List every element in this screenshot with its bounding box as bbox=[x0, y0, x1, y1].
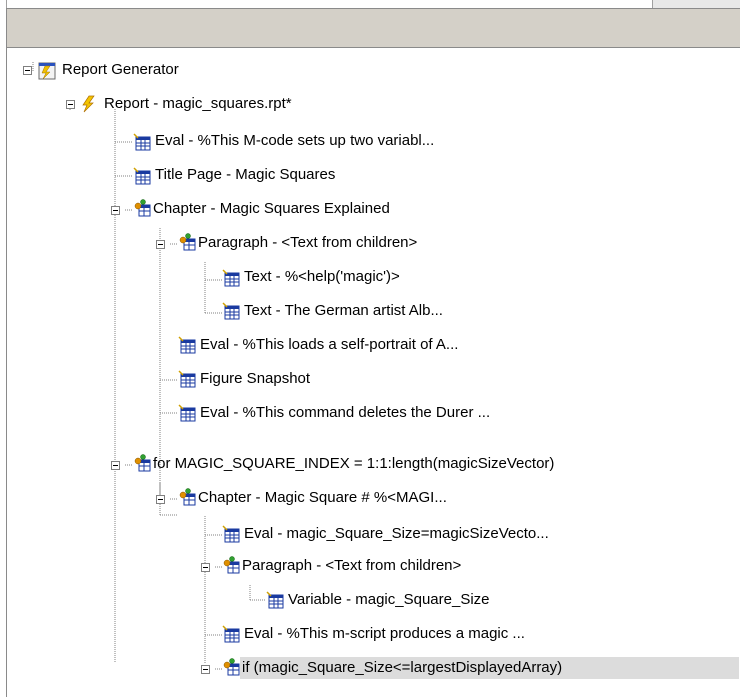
tree-node-chapter-2[interactable]: Chapter - Magic Square # %<MAGI... bbox=[198, 487, 447, 509]
top-strip bbox=[0, 0, 740, 8]
expand-toggle-chapter-1[interactable] bbox=[111, 206, 120, 215]
tree-node-paragraph-1[interactable]: Paragraph - <Text from children> bbox=[198, 232, 417, 254]
tree-node-text-german[interactable]: Text - The German artist Alb... bbox=[244, 300, 443, 322]
tree-node-title-page[interactable]: Title Page - Magic Squares bbox=[155, 164, 335, 186]
tree-node-figure-snapshot[interactable]: Figure Snapshot bbox=[200, 368, 310, 390]
expand-toggle-paragraph-2[interactable] bbox=[201, 563, 210, 572]
tree-node-for-loop[interactable]: for MAGIC_SQUARE_INDEX = 1:1:length(magi… bbox=[153, 453, 554, 475]
tree-node-chapter-1[interactable]: Chapter - Magic Squares Explained bbox=[153, 198, 390, 220]
tree-node-eval-3[interactable]: Eval - %This command deletes the Durer .… bbox=[200, 402, 490, 424]
report-lightning-icon bbox=[82, 95, 95, 113]
table-component-icon bbox=[178, 370, 196, 388]
tree-node-eval-4[interactable]: Eval - magic_Square_Size=magicSizeVecto.… bbox=[244, 523, 549, 545]
table-component-icon bbox=[178, 404, 196, 422]
tree-node-if[interactable]: if (magic_Square_Size<=largestDisplayedA… bbox=[242, 657, 562, 679]
tree-node-eval-1[interactable]: Eval - %This M-code sets up two variabl.… bbox=[155, 130, 434, 152]
top-strip-right bbox=[652, 0, 740, 8]
chapter-component-icon bbox=[134, 199, 151, 217]
tree-node-eval-2[interactable]: Eval - %This loads a self-portrait of A.… bbox=[200, 334, 458, 356]
tree-node-variable[interactable]: Variable - magic_Square_Size bbox=[288, 589, 490, 611]
table-component-icon bbox=[133, 167, 151, 185]
top-strip-left bbox=[0, 0, 7, 8]
table-component-icon bbox=[266, 591, 284, 609]
if-component-icon bbox=[223, 658, 240, 676]
paragraph-component-icon bbox=[223, 556, 240, 574]
tree-node-paragraph-2[interactable]: Paragraph - <Text from children> bbox=[242, 555, 461, 577]
expand-toggle-chapter-2[interactable] bbox=[156, 495, 165, 504]
tree-node-report-generator[interactable]: Report Generator bbox=[62, 59, 179, 81]
expand-toggle-report[interactable] bbox=[66, 100, 75, 109]
chapter-component-icon bbox=[179, 488, 196, 506]
paragraph-component-icon bbox=[179, 233, 196, 251]
expand-toggle-paragraph-1[interactable] bbox=[156, 240, 165, 249]
tree-node-text-help[interactable]: Text - %<help('magic')> bbox=[244, 266, 400, 288]
table-component-icon bbox=[178, 336, 196, 354]
table-component-icon bbox=[133, 133, 151, 151]
column-header bbox=[6, 8, 740, 48]
tree-node-report[interactable]: Report - magic_squares.rpt* bbox=[104, 93, 292, 115]
expand-toggle-if[interactable] bbox=[201, 665, 210, 674]
table-component-icon bbox=[222, 269, 240, 287]
tree-node-eval-5[interactable]: Eval - %This m-script produces a magic .… bbox=[244, 623, 525, 645]
table-component-icon bbox=[222, 625, 240, 643]
expand-toggle-for-loop[interactable] bbox=[111, 461, 120, 470]
expand-toggle-report-generator[interactable] bbox=[23, 66, 32, 75]
loop-component-icon bbox=[134, 454, 151, 472]
report-generator-icon bbox=[38, 62, 56, 80]
table-component-icon bbox=[222, 302, 240, 320]
table-component-icon bbox=[222, 525, 240, 543]
